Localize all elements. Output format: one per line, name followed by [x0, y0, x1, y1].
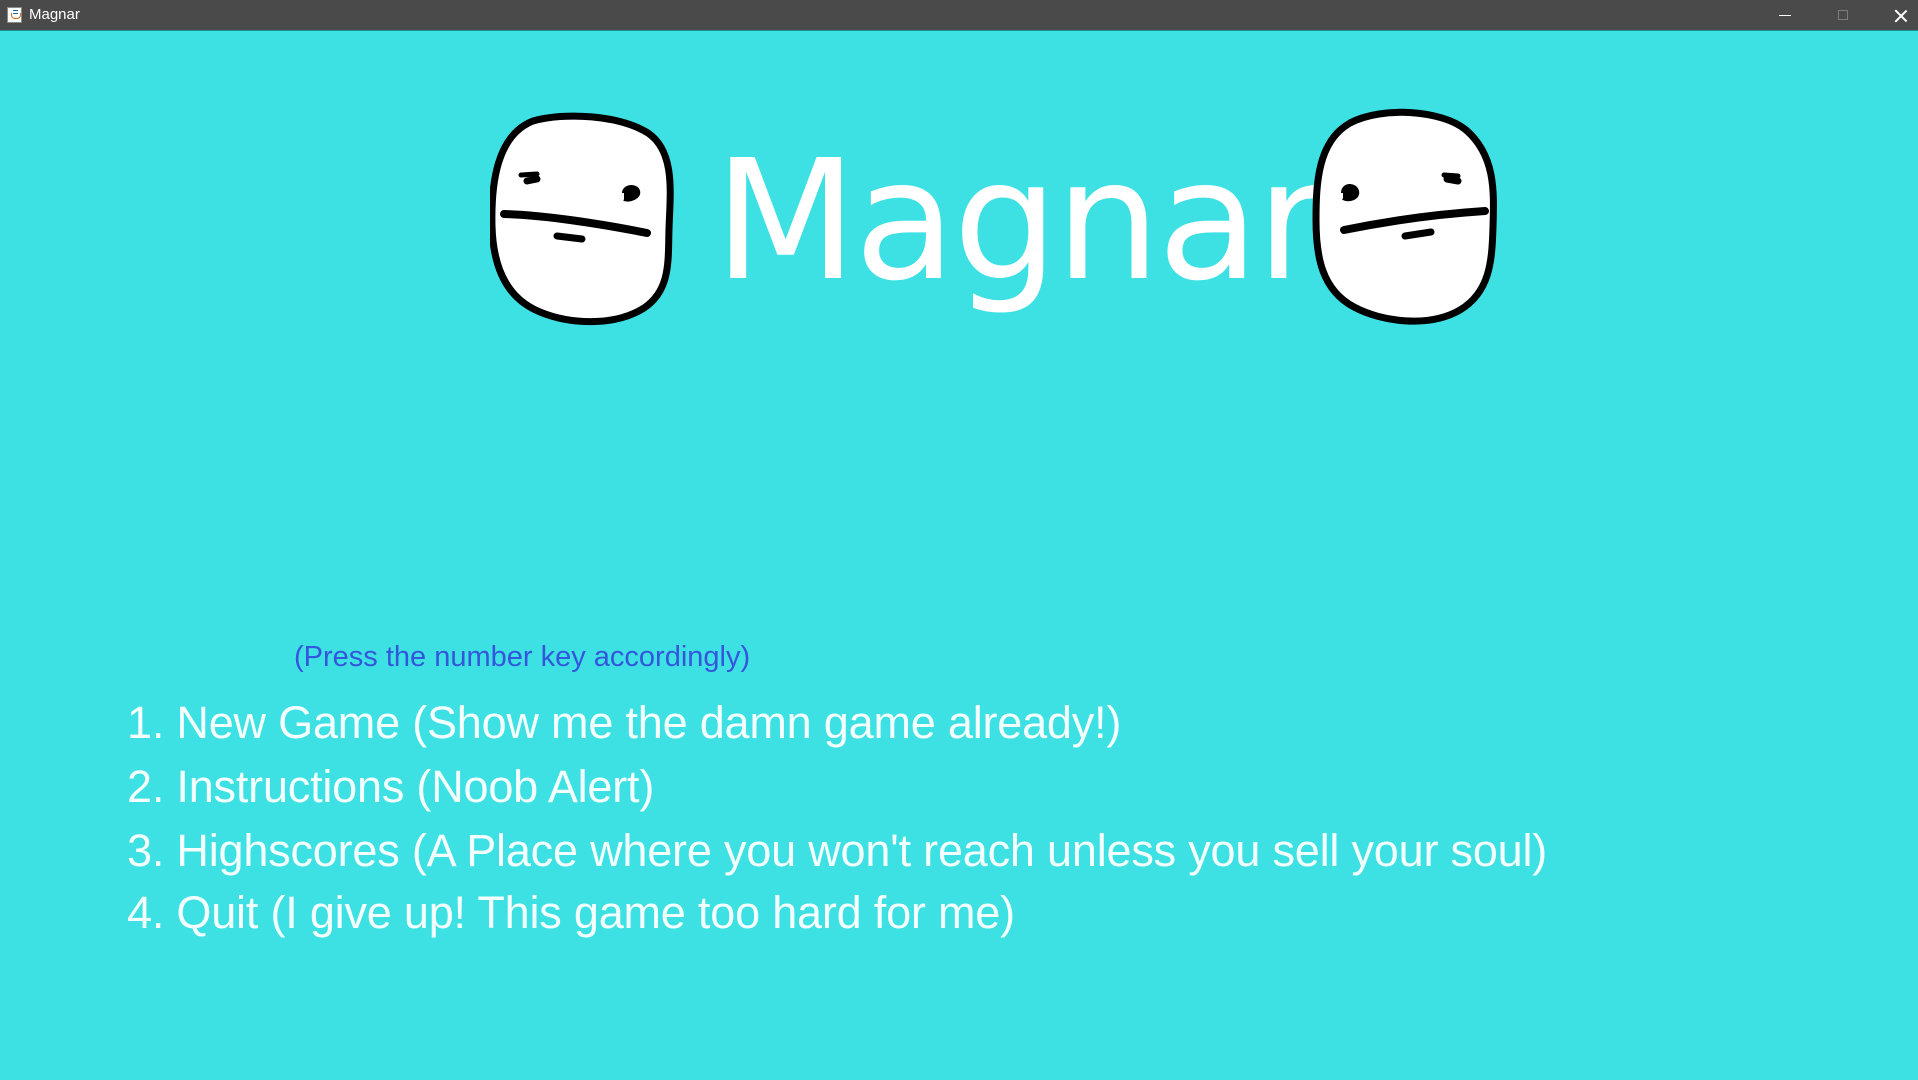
quit-option[interactable]: 4. Quit (I give up! This game too hard f…	[127, 884, 1727, 948]
poker-face-icon-right	[1312, 108, 1497, 325]
right-eye	[622, 185, 641, 202]
menu-instruction-hint: (Press the number key accordingly)	[294, 641, 751, 673]
game-title: Magnar	[714, 125, 1324, 318]
main-menu-options: 1. New Game (Show me the damn game alrea…	[127, 694, 1727, 948]
java-app-icon	[7, 7, 22, 23]
maximize-icon	[1838, 10, 1848, 20]
maximize-button[interactable]	[1815, 0, 1873, 31]
magnar-window: Magnar Magnar (Press the number key acco…	[0, 0, 1918, 1080]
right-eyebrow	[1441, 172, 1461, 179]
left-eyebrow	[518, 171, 540, 178]
right-eye	[1443, 175, 1462, 185]
left-eye	[523, 175, 541, 185]
minimize-button[interactable]	[1756, 0, 1814, 31]
close-icon	[1894, 9, 1908, 23]
poker-face-icon-left	[490, 112, 674, 326]
window-title: Magnar	[29, 6, 80, 23]
new-game-option[interactable]: 1. New Game (Show me the damn game alrea…	[127, 694, 1727, 758]
instructions-option[interactable]: 2. Instructions (Noob Alert)	[127, 758, 1727, 822]
minimize-icon	[1779, 15, 1791, 16]
highscores-option[interactable]: 3. Highscores (A Place where you won't r…	[127, 822, 1727, 886]
close-button[interactable]	[1874, 0, 1918, 31]
mouth-dash	[553, 232, 586, 243]
left-eye	[1341, 184, 1360, 202]
title-bar: Magnar	[0, 0, 1918, 31]
game-menu-screen: Magnar (Press the number key accordingly…	[0, 31, 1918, 1080]
mouth-dash	[1401, 228, 1435, 240]
